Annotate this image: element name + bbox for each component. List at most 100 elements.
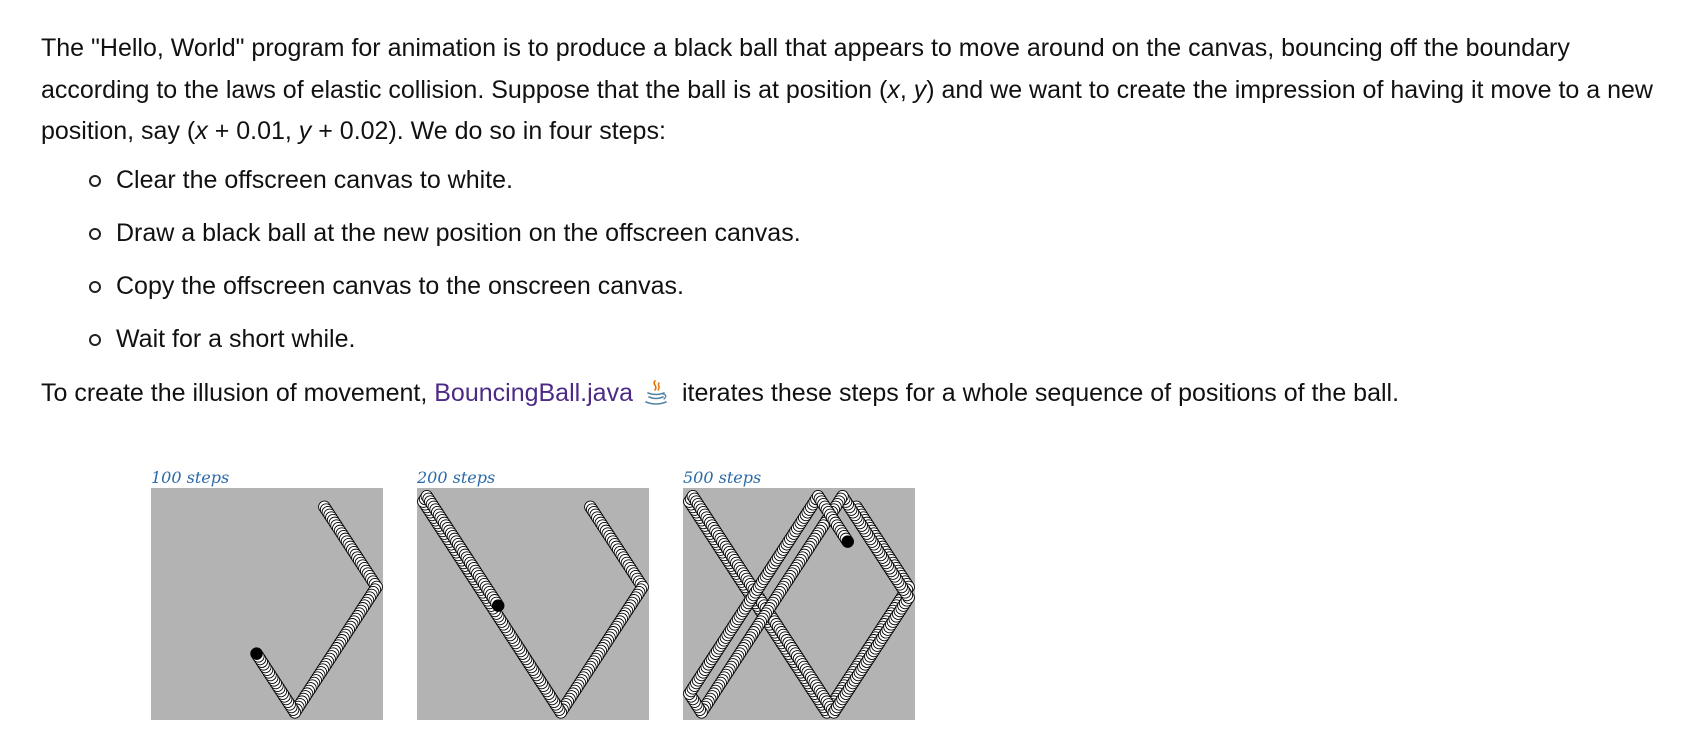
ball-trail-position bbox=[702, 658, 715, 671]
ball-trail-position bbox=[810, 690, 823, 703]
ball-trail-position bbox=[837, 492, 851, 506]
ball-trail-position bbox=[420, 500, 434, 514]
ball-trail-position bbox=[615, 548, 628, 562]
var-y-2: y bbox=[298, 117, 312, 145]
ball-trail-position bbox=[497, 618, 510, 631]
ball-trail-position bbox=[858, 514, 872, 527]
ball-trail-position bbox=[486, 602, 500, 615]
outro-paragraph: To create the illusion of movement, Boun… bbox=[41, 375, 1666, 411]
ball-trail-position bbox=[822, 505, 835, 519]
ball-trail-position bbox=[853, 516, 867, 530]
ball-trail-position bbox=[359, 564, 373, 578]
ball-trail-position bbox=[444, 527, 458, 540]
ball-trail-position bbox=[836, 527, 849, 540]
ball-trajectory-canvas bbox=[683, 488, 915, 720]
ball-trail-position bbox=[787, 644, 801, 658]
ball-trail-position bbox=[455, 554, 468, 567]
ball-trail-position bbox=[834, 492, 848, 506]
ball-trail-position bbox=[695, 514, 708, 527]
ball-trail-position bbox=[253, 652, 267, 666]
ball-trail-position bbox=[585, 503, 599, 516]
bouncingball-java-link[interactable]: BouncingBall.java bbox=[434, 379, 633, 407]
ball-trail-position bbox=[559, 698, 573, 711]
ball-trail-position bbox=[684, 690, 698, 703]
ball-trail-position bbox=[358, 599, 371, 612]
ball-trail-position bbox=[627, 567, 641, 580]
ball-trail-position bbox=[881, 548, 894, 562]
ball-trail-position bbox=[756, 607, 769, 620]
ball-trail-position bbox=[351, 610, 364, 623]
ball-trail-position bbox=[495, 615, 508, 628]
ball-trail-position bbox=[690, 495, 703, 508]
ball-trail-position bbox=[780, 634, 794, 647]
ball-trail-position bbox=[837, 679, 851, 692]
ball-trail-position bbox=[363, 591, 376, 604]
ball-trail-position bbox=[702, 514, 715, 527]
java-coffee-cup-icon[interactable] bbox=[643, 379, 669, 407]
ball-trail-position bbox=[761, 604, 774, 618]
ball-trail-position bbox=[829, 692, 842, 706]
ball-trail-position bbox=[438, 516, 451, 530]
ball-trail-position bbox=[777, 639, 790, 652]
ball-trail-position bbox=[839, 495, 853, 508]
ball-trail-position bbox=[337, 631, 350, 644]
outro-text-2: iterates these steps for a whole sequenc… bbox=[675, 378, 1400, 407]
ball-trail-position bbox=[710, 682, 724, 695]
ball-trail-position bbox=[883, 562, 896, 575]
ball-trail-position bbox=[737, 578, 750, 591]
ball-trail-position bbox=[582, 663, 595, 676]
ball-trail-position bbox=[771, 588, 785, 602]
ball-trail-position bbox=[744, 631, 757, 644]
ball-trail-position bbox=[897, 583, 910, 596]
ball-trail-position bbox=[424, 505, 437, 519]
ball-trail-position bbox=[801, 505, 814, 519]
ball-trail-position bbox=[613, 615, 627, 628]
ball-trail-position bbox=[507, 634, 521, 647]
ball-trail-position bbox=[799, 508, 813, 522]
ball-trail-position bbox=[690, 676, 703, 690]
ball-trail-position bbox=[761, 567, 774, 580]
list-item: Clear the offscreen canvas to white. bbox=[89, 163, 1666, 197]
ball-trail-position bbox=[744, 594, 757, 607]
ball-trail-position bbox=[747, 626, 761, 639]
ball-trail-position bbox=[867, 538, 881, 551]
ball-trail-position bbox=[698, 508, 712, 522]
ball-trail-position bbox=[878, 618, 891, 631]
ball-trail-position bbox=[368, 583, 382, 596]
ball-trail-position bbox=[264, 668, 277, 682]
ball-trail-position bbox=[714, 639, 727, 652]
ball-trail-position bbox=[585, 658, 599, 671]
ball-trail-position bbox=[843, 671, 856, 684]
ball-trail-position bbox=[686, 489, 700, 503]
ball-trail-position bbox=[478, 588, 491, 602]
ball-trail-position bbox=[735, 607, 748, 620]
ball-trail-position bbox=[697, 505, 710, 519]
ball-trail-position bbox=[792, 556, 806, 570]
ball-trail-position bbox=[799, 546, 813, 559]
ball-trail-position bbox=[897, 588, 910, 602]
ball-trail-position bbox=[827, 695, 841, 708]
ball-trail-position bbox=[554, 706, 568, 719]
ball-trail-position bbox=[878, 628, 891, 642]
ball-trail-position bbox=[742, 575, 755, 588]
ball-trail-position bbox=[714, 676, 727, 690]
ball-trail-position bbox=[846, 666, 860, 679]
ball-trail-position bbox=[537, 679, 550, 692]
ball-trail-position bbox=[890, 562, 903, 575]
ball-trail-position bbox=[429, 503, 442, 516]
ball-trail-position bbox=[573, 676, 587, 690]
ball-trail-position bbox=[848, 674, 861, 687]
ball-trail-position bbox=[773, 634, 787, 647]
ball-trail-position bbox=[878, 543, 891, 556]
ball-trail-position bbox=[822, 698, 835, 711]
ball-trail-position bbox=[784, 532, 797, 546]
ball-trail-position bbox=[811, 682, 825, 695]
ball-trail-position bbox=[756, 596, 769, 610]
ball-trail-position bbox=[832, 522, 846, 535]
ball-trail-position bbox=[740, 636, 754, 650]
ball-trail-position bbox=[841, 684, 854, 698]
ball-trail-position bbox=[778, 578, 792, 591]
ball-trail-position bbox=[545, 692, 559, 706]
ball-trail-position bbox=[836, 489, 849, 503]
ball-trail-position bbox=[446, 540, 460, 554]
